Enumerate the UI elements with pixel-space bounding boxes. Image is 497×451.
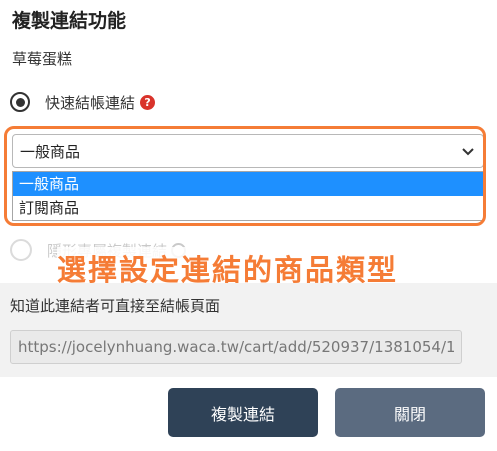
- dropdown-option-general[interactable]: 一般商品: [13, 172, 483, 196]
- link-section: 知道此連結者可直接至結帳頁面: [0, 283, 497, 377]
- radio-unselected-icon[interactable]: [10, 239, 32, 261]
- dialog-title: 複製連結功能: [12, 10, 127, 32]
- link-description: 知道此連結者可直接至結帳頁面: [10, 297, 221, 315]
- copy-link-button[interactable]: 複製連結: [168, 388, 318, 437]
- radio-dot: [15, 97, 25, 107]
- product-name: 草莓蛋糕: [12, 50, 73, 68]
- quick-checkout-radio-row[interactable]: 快速結帳連結 ?: [10, 90, 156, 114]
- radio-selected-icon[interactable]: [10, 92, 30, 112]
- chevron-down-icon: [462, 148, 474, 156]
- product-type-select[interactable]: 一般商品: [12, 134, 484, 168]
- select-value: 一般商品: [20, 142, 81, 161]
- product-type-dropdown: 一般商品 訂閱商品: [12, 171, 484, 221]
- quick-checkout-label: 快速結帳連結: [45, 93, 136, 112]
- copy-link-dialog: 複製連結功能 草莓蛋糕 快速結帳連結 ? 一般商品 一般商品 訂閱商品 隱形專屬…: [0, 0, 497, 451]
- checkout-url-field[interactable]: [10, 330, 462, 364]
- close-button[interactable]: 關閉: [335, 388, 485, 437]
- help-icon[interactable]: ?: [140, 94, 156, 110]
- dropdown-option-subscription[interactable]: 訂閱商品: [13, 196, 483, 220]
